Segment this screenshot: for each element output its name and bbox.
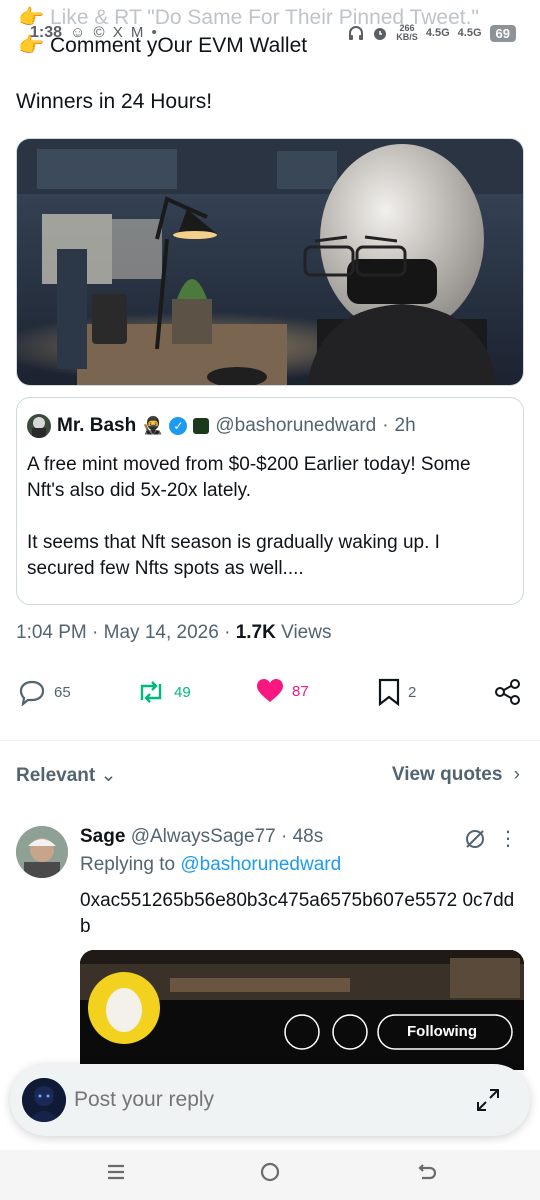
reply-media-illustration xyxy=(80,950,524,1070)
reply-input[interactable] xyxy=(74,1088,434,1112)
affiliate-badge-icon xyxy=(193,418,210,434)
sort-label: Relevant xyxy=(16,765,96,786)
view-quotes-link[interactable]: View quotes › xyxy=(392,764,520,786)
tweet-text-winners: Winners in 24 Hours! xyxy=(16,90,213,113)
quoted-body-paragraph-2: It seems that Nft season is gradually wa… xyxy=(27,532,440,579)
tweet-text-line2: 👉 Comment yOur EVM Wallet xyxy=(18,34,308,57)
back-icon[interactable] xyxy=(414,1160,438,1184)
repost-icon xyxy=(140,681,162,703)
battery-indicator: 69 xyxy=(489,24,516,42)
more-options-icon[interactable]: ⋮ xyxy=(498,829,518,849)
meta-date: May 14, 2026 xyxy=(103,622,219,643)
sort-replies-dropdown[interactable]: Relevant ⌄ xyxy=(16,764,116,787)
like-button[interactable]: 87 xyxy=(256,678,309,704)
tweet-media-image[interactable] xyxy=(16,138,524,386)
quoted-tweet-header: Mr. Bash 🥷 ✓ @bashorunedward · 2h xyxy=(27,414,416,438)
bookmark-button[interactable]: 2 xyxy=(378,678,416,706)
net-speed: 266 KB/S xyxy=(396,23,418,42)
quoted-avatar[interactable] xyxy=(27,414,51,438)
bookmark-count: 2 xyxy=(408,683,417,701)
home-icon[interactable] xyxy=(258,1160,282,1184)
system-nav-bar xyxy=(0,1150,540,1200)
section-divider xyxy=(0,740,540,741)
heart-icon xyxy=(257,679,283,702)
quoted-tweet-body: A free mint moved from $0-$200 Earlier t… xyxy=(27,452,507,608)
alarm-icon xyxy=(374,28,387,40)
chevron-down-icon: ⌄ xyxy=(100,765,117,786)
egg-character-illustration xyxy=(17,139,523,385)
reply-author-avatar[interactable] xyxy=(16,826,68,878)
replying-to-prefix: Replying to xyxy=(80,854,176,875)
quoted-body-paragraph-1: A free mint moved from $0-$200 Earlier t… xyxy=(27,454,471,501)
recents-icon[interactable] xyxy=(104,1160,128,1184)
following-button-label: Following xyxy=(407,1023,477,1040)
reply-count: 65 xyxy=(54,683,71,701)
reply-header: Sage @AlwaysSage77 · 48s xyxy=(80,826,324,847)
quoted-author-name[interactable]: Mr. Bash xyxy=(57,415,136,437)
reply-composer[interactable] xyxy=(10,1064,530,1136)
quoted-author-handle[interactable]: @bashorunedward xyxy=(215,415,376,437)
verified-badge-icon: ✓ xyxy=(169,417,188,435)
reply-media-image[interactable]: Following xyxy=(80,950,524,1070)
repost-button[interactable]: 49 xyxy=(136,678,191,706)
meta-views-count[interactable]: 1.7K xyxy=(236,622,276,643)
reply-button[interactable]: 65 xyxy=(18,678,71,706)
status-bar: 👉 Like & RT "Do Same For Their Pinned Tw… xyxy=(0,0,540,60)
signal-1: 4.5G xyxy=(425,27,450,39)
meta-time: 1:04 PM xyxy=(16,622,87,643)
status-right-cluster: 266 KB/S 4.5G 4.5G 69 xyxy=(348,24,516,42)
composer-avatar xyxy=(22,1078,66,1122)
replying-to-handle[interactable]: @bashorunedward xyxy=(180,854,341,875)
chevron-right-icon: › xyxy=(513,764,520,785)
reply-text: 0xac551265b56e80b3c475a6575b607e5572 0c7… xyxy=(80,890,515,937)
tweet-meta: 1:04 PM · May 14, 2026 · 1.7K Views xyxy=(16,622,332,643)
bookmark-icon xyxy=(378,678,400,706)
reply-author-handle[interactable]: @AlwaysSage77 xyxy=(131,826,276,847)
quoted-age: 2h xyxy=(394,415,416,436)
share-icon xyxy=(495,679,520,705)
meta-views-label: Views xyxy=(281,622,332,643)
expand-icon[interactable] xyxy=(474,1086,502,1114)
quoted-tweet-card[interactable]: Mr. Bash 🥷 ✓ @bashorunedward · 2h A free… xyxy=(16,397,524,605)
signal-2: 4.5G xyxy=(457,27,482,39)
grok-icon[interactable] xyxy=(464,828,486,850)
reply-header-icons: ⋮ xyxy=(464,828,518,850)
like-count: 87 xyxy=(292,682,309,700)
reply-bubble-icon xyxy=(19,680,45,706)
reply-author-name[interactable]: Sage xyxy=(80,826,125,847)
headphones-icon xyxy=(349,26,364,40)
ninja-emoji-icon: 🥷 xyxy=(142,416,164,435)
quoted-sep: · xyxy=(382,415,389,436)
repost-count: 49 xyxy=(174,683,191,701)
replying-to: Replying to @bashorunedward xyxy=(80,854,341,876)
tweet-action-bar: 65 49 87 2 xyxy=(0,678,540,722)
view-quotes-label: View quotes xyxy=(391,764,503,785)
share-button[interactable] xyxy=(494,678,522,706)
reply-age: 48s xyxy=(292,826,324,847)
